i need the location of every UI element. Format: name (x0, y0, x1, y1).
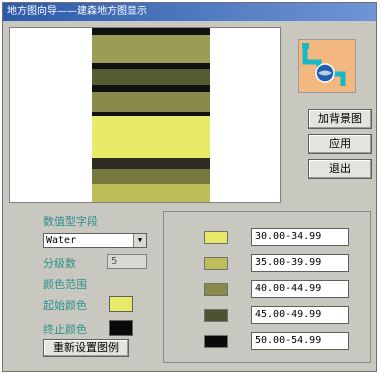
preview-stripe (92, 116, 210, 158)
legend-range-field[interactable]: 45.00-49.99 (251, 306, 349, 324)
legend-row: 30.00-34.99 (164, 228, 370, 248)
legend-range-field[interactable]: 50.00-54.99 (251, 332, 349, 350)
preview-stripe (92, 62, 210, 70)
legend-range-field[interactable]: 30.00-34.99 (251, 228, 349, 246)
preview-stripe (92, 28, 210, 35)
preview-stripe (92, 84, 210, 92)
start-color-label: 起始颜色 (43, 299, 87, 312)
end-color-swatch[interactable] (109, 320, 133, 336)
class-count-label: 分级数 (43, 257, 76, 270)
legend-row: 40.00-44.99 (164, 280, 370, 300)
add-background-button[interactable]: 加背景图 (308, 109, 372, 129)
legend-range-field[interactable]: 35.00-39.99 (251, 254, 349, 272)
legend-swatch[interactable] (204, 309, 228, 322)
preview-stripe (92, 184, 210, 202)
title-bar: 地方图向导——建森地方图显示 (3, 3, 376, 21)
value-field-label: 数值型字段 (43, 215, 98, 228)
start-color-swatch[interactable] (109, 296, 133, 312)
preview-stripe (92, 34, 210, 63)
color-range-label: 颜色范围 (43, 278, 87, 291)
end-color-label: 终止颜色 (43, 323, 87, 336)
class-count-input[interactable]: 5 (107, 254, 147, 269)
apply-button[interactable]: 应用 (308, 134, 372, 154)
legend-row: 45.00-49.99 (164, 306, 370, 326)
chevron-down-icon[interactable]: ▼ (133, 234, 146, 247)
legend-row: 50.00-54.99 (164, 332, 370, 352)
value-field-selected: Water (46, 235, 77, 246)
stripe-column (92, 28, 210, 202)
preview-stripe (92, 69, 210, 85)
legend-swatch[interactable] (204, 335, 228, 348)
preview-stripe (92, 168, 210, 185)
legend-range-field[interactable]: 40.00-44.99 (251, 280, 349, 298)
side-image (298, 39, 356, 93)
legend-swatch[interactable] (204, 231, 228, 244)
preview-stripe (92, 91, 210, 113)
value-field-select[interactable]: Water ▼ (43, 233, 147, 248)
globe-pipe-icon (302, 43, 346, 86)
legend-row: 35.00-39.99 (164, 254, 370, 274)
exit-button[interactable]: 退出 (308, 159, 372, 179)
legend-swatch[interactable] (204, 283, 228, 296)
window: 地方图向导——建森地方图显示 加背景图 应用 退出 数值型字段 Water ▼ … (2, 2, 377, 372)
legend-panel: 30.00-34.99 35.00-39.99 40.00-44.99 45.00-4… (163, 211, 371, 363)
map-preview (9, 27, 281, 203)
reset-legend-button[interactable]: 重新设置图例 (43, 339, 129, 357)
preview-stripe (92, 157, 210, 169)
legend-swatch[interactable] (204, 257, 228, 270)
